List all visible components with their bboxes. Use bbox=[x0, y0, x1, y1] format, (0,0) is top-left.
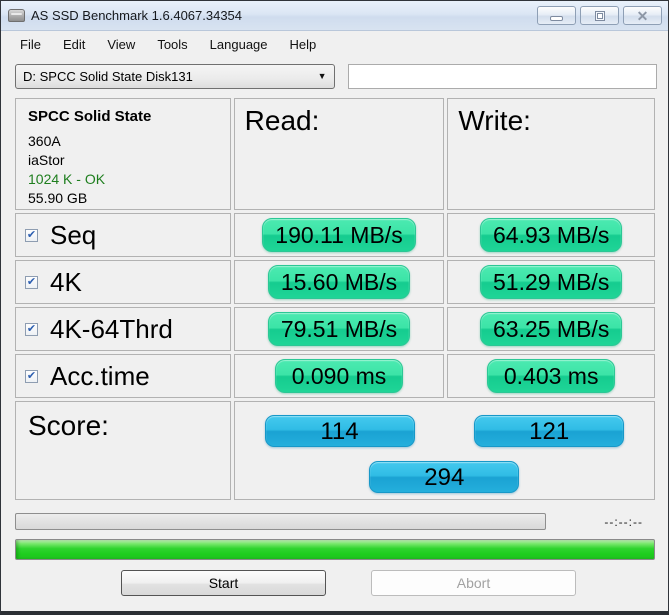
4k64-checkbox[interactable]: ✔ bbox=[25, 323, 38, 336]
close-button[interactable]: ✕ bbox=[623, 6, 662, 25]
menu-edit[interactable]: Edit bbox=[52, 33, 96, 56]
seq-label-cell: ✔ Seq bbox=[15, 213, 231, 257]
drive-toolbar: D: SPCC Solid State Disk131 ▼ bbox=[1, 57, 668, 95]
window-controls: ✕ bbox=[537, 6, 662, 25]
4k64-read-value: 79.51 MB/s bbox=[268, 312, 410, 346]
check-icon: ✔ bbox=[27, 371, 36, 382]
table-row-4k: ✔ 4K 15.60 MB/s 51.29 MB/s bbox=[15, 260, 655, 304]
check-icon: ✔ bbox=[27, 230, 36, 241]
menu-tools[interactable]: Tools bbox=[146, 33, 198, 56]
table-row-4k64: ✔ 4K-64Thrd 79.51 MB/s 63.25 MB/s bbox=[15, 307, 655, 351]
drive-select-value: D: SPCC Solid State Disk131 bbox=[23, 69, 193, 84]
benchmark-progress-bar bbox=[15, 513, 546, 530]
start-button[interactable]: Start bbox=[121, 570, 326, 596]
score-subscores: 114 121 bbox=[235, 415, 654, 447]
acctime-read-cell: 0.090 ms bbox=[234, 354, 445, 398]
window-title: AS SSD Benchmark 1.6.4067.34354 bbox=[31, 8, 242, 23]
app-window: AS SSD Benchmark 1.6.4067.34354 ✕ File E… bbox=[0, 0, 669, 615]
drive-firmware: 360A bbox=[28, 132, 218, 151]
drive-name: SPCC Solid State bbox=[28, 108, 218, 125]
drive-capacity: 55.90 GB bbox=[28, 189, 218, 208]
seq-write-value: 64.93 MB/s bbox=[480, 218, 622, 252]
table-row-seq: ✔ Seq 190.11 MB/s 64.93 MB/s bbox=[15, 213, 655, 257]
4k-read-cell: 15.60 MB/s bbox=[234, 260, 445, 304]
score-total-value: 294 bbox=[369, 461, 519, 493]
minimize-icon bbox=[550, 16, 563, 21]
seq-read-cell: 190.11 MB/s bbox=[234, 213, 445, 257]
menu-language[interactable]: Language bbox=[199, 33, 279, 56]
drive-info-panel: SPCC Solid State 360A iaStor 1024 K - OK… bbox=[15, 98, 231, 210]
check-icon: ✔ bbox=[27, 324, 36, 335]
4k-label: 4K bbox=[50, 267, 82, 298]
4k64-label-cell: ✔ 4K-64Thrd bbox=[15, 307, 231, 351]
maximize-button[interactable] bbox=[580, 6, 619, 25]
4k64-write-cell: 63.25 MB/s bbox=[447, 307, 655, 351]
menu-file[interactable]: File bbox=[9, 33, 52, 56]
read-column-header: Read: bbox=[234, 98, 445, 210]
chevron-down-icon: ▼ bbox=[318, 71, 327, 81]
write-column-header: Write: bbox=[447, 98, 655, 210]
menu-bar: File Edit View Tools Language Help bbox=[1, 31, 668, 57]
acctime-checkbox[interactable]: ✔ bbox=[25, 370, 38, 383]
table-row-acctime: ✔ Acc.time 0.090 ms 0.403 ms bbox=[15, 354, 655, 398]
4k-checkbox[interactable]: ✔ bbox=[25, 276, 38, 289]
acctime-write-value: 0.403 ms bbox=[487, 359, 615, 393]
menu-view[interactable]: View bbox=[96, 33, 146, 56]
minimize-button[interactable] bbox=[537, 6, 576, 25]
4k-write-cell: 51.29 MB/s bbox=[447, 260, 655, 304]
acctime-read-value: 0.090 ms bbox=[275, 359, 403, 393]
seq-checkbox[interactable]: ✔ bbox=[25, 229, 38, 242]
acctime-label-cell: ✔ Acc.time bbox=[15, 354, 231, 398]
action-buttons: Start Abort bbox=[1, 570, 668, 596]
seq-read-value: 190.11 MB/s bbox=[262, 218, 415, 252]
progress-section: --:--:-- bbox=[15, 513, 655, 530]
score-write-value: 121 bbox=[474, 415, 624, 447]
4k-label-cell: ✔ 4K bbox=[15, 260, 231, 304]
4k-write-value: 51.29 MB/s bbox=[480, 265, 622, 299]
4k64-write-value: 63.25 MB/s bbox=[480, 312, 622, 346]
acctime-label: Acc.time bbox=[50, 361, 150, 392]
drive-driver: iaStor bbox=[28, 151, 218, 170]
comment-field[interactable] bbox=[348, 64, 657, 89]
seq-write-cell: 64.93 MB/s bbox=[447, 213, 655, 257]
elapsed-time-label: --:--:-- bbox=[604, 515, 643, 529]
score-panel: 114 121 294 bbox=[234, 401, 655, 500]
4k-read-value: 15.60 MB/s bbox=[268, 265, 410, 299]
score-read-value: 114 bbox=[265, 415, 415, 447]
drive-select[interactable]: D: SPCC Solid State Disk131 ▼ bbox=[15, 64, 335, 89]
close-icon: ✕ bbox=[637, 9, 649, 23]
title-bar: AS SSD Benchmark 1.6.4067.34354 ✕ bbox=[1, 1, 668, 31]
4k64-read-cell: 79.51 MB/s bbox=[234, 307, 445, 351]
drive-alignment-status: 1024 K - OK bbox=[28, 170, 218, 189]
maximize-icon bbox=[595, 11, 605, 21]
overall-progress-bar bbox=[15, 539, 655, 560]
abort-button[interactable]: Abort bbox=[371, 570, 576, 596]
score-row: Score: 114 121 294 bbox=[15, 401, 655, 500]
acctime-write-cell: 0.403 ms bbox=[447, 354, 655, 398]
score-label: Score: bbox=[15, 401, 231, 500]
results-grid: SPCC Solid State 360A iaStor 1024 K - OK… bbox=[1, 95, 668, 503]
seq-label: Seq bbox=[50, 220, 96, 251]
disk-icon bbox=[8, 9, 25, 22]
4k64-label: 4K-64Thrd bbox=[50, 314, 173, 345]
menu-help[interactable]: Help bbox=[279, 33, 328, 56]
check-icon: ✔ bbox=[27, 277, 36, 288]
info-row: SPCC Solid State 360A iaStor 1024 K - OK… bbox=[15, 98, 655, 210]
